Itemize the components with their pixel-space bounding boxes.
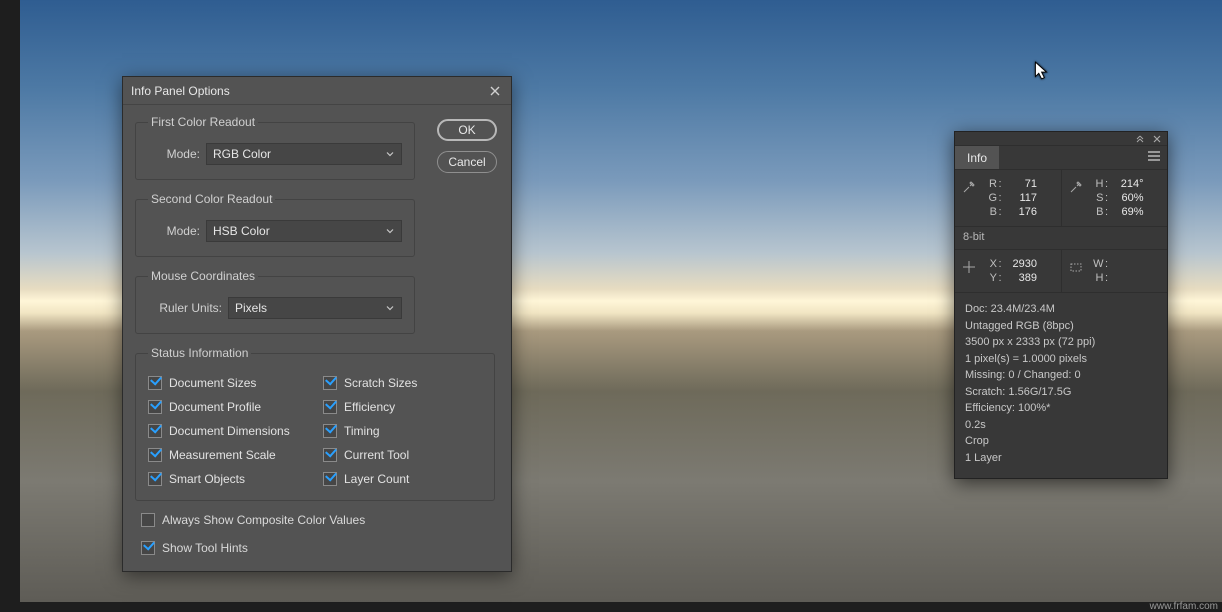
mouse-coordinates-group: Mouse Coordinates Ruler Units: Pixels <box>135 269 415 334</box>
status-checkbox[interactable] <box>323 448 337 462</box>
eyedropper-icon <box>1068 178 1084 218</box>
checkbox-label: Document Profile <box>169 400 261 414</box>
mode-label: Mode: <box>148 224 200 238</box>
checkbox-label: Show Tool Hints <box>162 541 248 555</box>
status-checkbox-row: Document Sizes <box>148 376 307 390</box>
checkbox-label: Document Sizes <box>169 376 256 390</box>
status-checkbox-row: Layer Count <box>323 472 482 486</box>
chevron-down-icon <box>385 149 395 159</box>
status-checkbox[interactable] <box>323 472 337 486</box>
chevron-down-icon <box>385 303 395 313</box>
status-line: Efficiency: 100%* <box>965 400 1157 417</box>
status-line: Missing: 0 / Changed: 0 <box>965 367 1157 384</box>
info-panel-options-dialog: Info Panel Options OK Cancel First Color… <box>122 76 512 572</box>
chevron-down-icon <box>385 226 395 236</box>
status-line: Untagged RGB (8bpc) <box>965 318 1157 335</box>
dimensions-icon <box>1068 258 1084 284</box>
group-legend: Second Color Readout <box>148 192 275 206</box>
show-tool-hints-checkbox-row: Show Tool Hints <box>141 541 499 555</box>
group-legend: Mouse Coordinates <box>148 269 258 283</box>
always-show-checkbox[interactable] <box>141 513 155 527</box>
info-tab[interactable]: Info <box>955 146 999 169</box>
checkbox-label: Scratch Sizes <box>344 376 417 390</box>
panel-top-strip[interactable] <box>955 132 1167 146</box>
dialog-title: Info Panel Options <box>131 84 487 98</box>
status-information-group: Status Information Document Sizes Scratch… <box>135 346 495 501</box>
group-legend: Status Information <box>148 346 251 360</box>
mode-label: Mode: <box>148 147 200 161</box>
cancel-button[interactable]: Cancel <box>437 151 497 173</box>
first-mode-select[interactable]: RGB Color <box>206 143 402 165</box>
status-checkbox-row: Measurement Scale <box>148 448 307 462</box>
status-checkbox-row: Scratch Sizes <box>323 376 482 390</box>
status-checkbox[interactable] <box>323 424 337 438</box>
app-left-bar <box>0 0 20 612</box>
eyedropper-icon <box>961 178 977 218</box>
close-icon[interactable] <box>1152 133 1163 144</box>
status-checkbox[interactable] <box>148 400 162 414</box>
panel-menu-icon[interactable] <box>1141 150 1167 165</box>
status-checkbox-row: Document Profile <box>148 400 307 414</box>
select-value: HSB Color <box>213 224 270 238</box>
checkbox-label: Document Dimensions <box>169 424 290 438</box>
checkbox-label: Measurement Scale <box>169 448 276 462</box>
checkbox-label: Smart Objects <box>169 472 245 486</box>
status-checkbox-row: Current Tool <box>323 448 482 462</box>
status-checkbox-row: Smart Objects <box>148 472 307 486</box>
watermark-text: www.frfam.com <box>1150 601 1218 612</box>
status-line: 1 pixel(s) = 1.0000 pixels <box>965 351 1157 368</box>
checkbox-label: Current Tool <box>344 448 409 462</box>
status-checkbox-row: Timing <box>323 424 482 438</box>
status-checkbox-row: Efficiency <box>323 400 482 414</box>
group-legend: First Color Readout <box>148 115 258 129</box>
second-color-readout-group: Second Color Readout Mode: HSB Color <box>135 192 415 257</box>
status-checkbox-row: Document Dimensions <box>148 424 307 438</box>
ok-button[interactable]: OK <box>437 119 497 141</box>
close-icon[interactable] <box>487 83 503 99</box>
show-tool-hints-checkbox[interactable] <box>141 541 155 555</box>
select-value: Pixels <box>235 301 267 315</box>
status-checkbox[interactable] <box>148 448 162 462</box>
dialog-titlebar[interactable]: Info Panel Options <box>123 77 511 105</box>
second-mode-select[interactable]: HSB Color <box>206 220 402 242</box>
color-readouts-row: R:71G:117B:176 H:214°S:60%B:69% <box>955 170 1167 227</box>
first-color-readout-group: First Color Readout Mode: RGB Color <box>135 115 415 180</box>
checkbox-label: Efficiency <box>344 400 395 414</box>
crosshair-icon <box>961 258 977 284</box>
checkbox-label: Timing <box>344 424 380 438</box>
status-checkbox[interactable] <box>148 472 162 486</box>
app-bottom-bar <box>0 602 1222 612</box>
info-panel: Info R:71G:117B:176 H:214°S:60%B:69% 8-b… <box>954 131 1168 479</box>
checkbox-label: Layer Count <box>344 472 409 486</box>
status-line: 1 Layer <box>965 450 1157 467</box>
info-status-block: Doc: 23.4M/23.4MUntagged RGB (8bpc)3500 … <box>955 293 1167 478</box>
collapse-icon[interactable] <box>1135 133 1146 144</box>
status-line: Doc: 23.4M/23.4M <box>965 301 1157 318</box>
bit-depth: 8-bit <box>955 227 1167 250</box>
coord-readouts-row: X:2930Y:389 W:H: <box>955 250 1167 293</box>
status-checkbox[interactable] <box>323 376 337 390</box>
ruler-label: Ruler Units: <box>148 301 222 315</box>
status-line: 3500 px x 2333 px (72 ppi) <box>965 334 1157 351</box>
status-checkbox[interactable] <box>323 400 337 414</box>
status-line: 0.2s <box>965 417 1157 434</box>
always-show-checkbox-row: Always Show Composite Color Values <box>141 513 499 527</box>
ruler-units-select[interactable]: Pixels <box>228 297 402 319</box>
select-value: RGB Color <box>213 147 271 161</box>
status-line: Scratch: 1.56G/17.5G <box>965 384 1157 401</box>
checkbox-label: Always Show Composite Color Values <box>162 513 365 527</box>
status-checkbox[interactable] <box>148 376 162 390</box>
status-line: Crop <box>965 433 1157 450</box>
status-checkbox[interactable] <box>148 424 162 438</box>
